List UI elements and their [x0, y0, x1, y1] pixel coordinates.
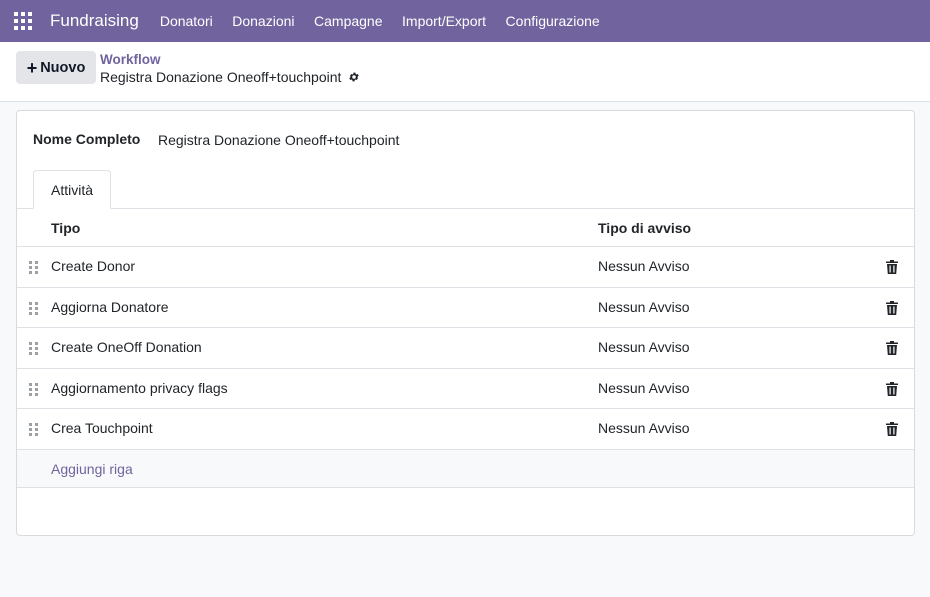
breadcrumb-workflow[interactable]: Workflow: [100, 52, 161, 67]
cell-avviso[interactable]: Nessun Avviso: [598, 339, 690, 355]
apps-menu-icon[interactable]: [14, 12, 32, 30]
menu-import-export[interactable]: Import/Export: [402, 13, 486, 29]
app-brand[interactable]: Fundraising: [50, 11, 139, 31]
drag-handle-icon[interactable]: [29, 423, 38, 437]
header-tipo[interactable]: Tipo: [51, 220, 80, 236]
activities-table: Tipo Tipo di avviso Create Donor Nessun …: [17, 209, 914, 488]
trash-icon[interactable]: [886, 422, 898, 437]
cell-tipo[interactable]: Aggiorna Donatore: [51, 299, 169, 315]
table-row[interactable]: Aggiornamento privacy flags Nessun Avvis…: [17, 369, 914, 410]
record-title: Registra Donazione Oneoff+touchpoint: [100, 69, 360, 85]
drag-handle-icon[interactable]: [29, 261, 38, 274]
table-row[interactable]: Create Donor Nessun Avviso: [17, 247, 914, 288]
record-title-text: Registra Donazione Oneoff+touchpoint: [100, 69, 342, 85]
cell-avviso[interactable]: Nessun Avviso: [598, 420, 690, 436]
trash-icon[interactable]: [886, 341, 898, 356]
menu-donazioni[interactable]: Donazioni: [232, 13, 294, 29]
control-panel: + Nuovo Workflow Registra Donazione Oneo…: [0, 42, 930, 102]
drag-handle-icon[interactable]: [29, 301, 38, 315]
form-sheet: Nome Completo Registra Donazione Oneoff+…: [16, 110, 915, 536]
menu-donatori[interactable]: Donatori: [160, 13, 213, 29]
cell-tipo[interactable]: Crea Touchpoint: [51, 420, 153, 436]
trash-icon[interactable]: [886, 300, 898, 315]
drag-handle-icon[interactable]: [29, 342, 38, 356]
new-button-label: Nuovo: [40, 59, 86, 76]
trash-icon[interactable]: [886, 381, 898, 396]
new-button[interactable]: + Nuovo: [16, 51, 96, 84]
top-navbar: Fundraising Donatori Donazioni Campagne …: [0, 0, 930, 42]
cell-tipo[interactable]: Create Donor: [51, 258, 135, 274]
menu-configurazione[interactable]: Configurazione: [506, 13, 600, 29]
cell-tipo[interactable]: Create OneOff Donation: [51, 339, 202, 355]
gear-icon[interactable]: [348, 71, 360, 83]
table-row[interactable]: Crea Touchpoint Nessun Avviso: [17, 409, 914, 450]
table-row[interactable]: Aggiorna Donatore Nessun Avviso: [17, 288, 914, 329]
add-row-container: Aggiungi riga: [17, 449, 914, 488]
name-field-label: Nome Completo: [33, 131, 141, 147]
name-field-value[interactable]: Registra Donazione Oneoff+touchpoint: [158, 132, 399, 148]
cell-avviso[interactable]: Nessun Avviso: [598, 380, 690, 396]
table-header: Tipo Tipo di avviso: [17, 209, 914, 247]
add-row-link[interactable]: Aggiungi riga: [51, 461, 133, 477]
cell-avviso[interactable]: Nessun Avviso: [598, 258, 690, 274]
trash-icon[interactable]: [886, 260, 898, 274]
table-row[interactable]: Create OneOff Donation Nessun Avviso: [17, 328, 914, 369]
menu-campagne[interactable]: Campagne: [314, 13, 383, 29]
header-tipo-avviso[interactable]: Tipo di avviso: [598, 220, 691, 236]
drag-handle-icon[interactable]: [29, 382, 38, 396]
plus-icon: +: [26, 57, 38, 78]
cell-tipo[interactable]: Aggiornamento privacy flags: [51, 380, 228, 396]
tab-attivita[interactable]: Attività: [33, 170, 111, 209]
cell-avviso[interactable]: Nessun Avviso: [598, 299, 690, 315]
